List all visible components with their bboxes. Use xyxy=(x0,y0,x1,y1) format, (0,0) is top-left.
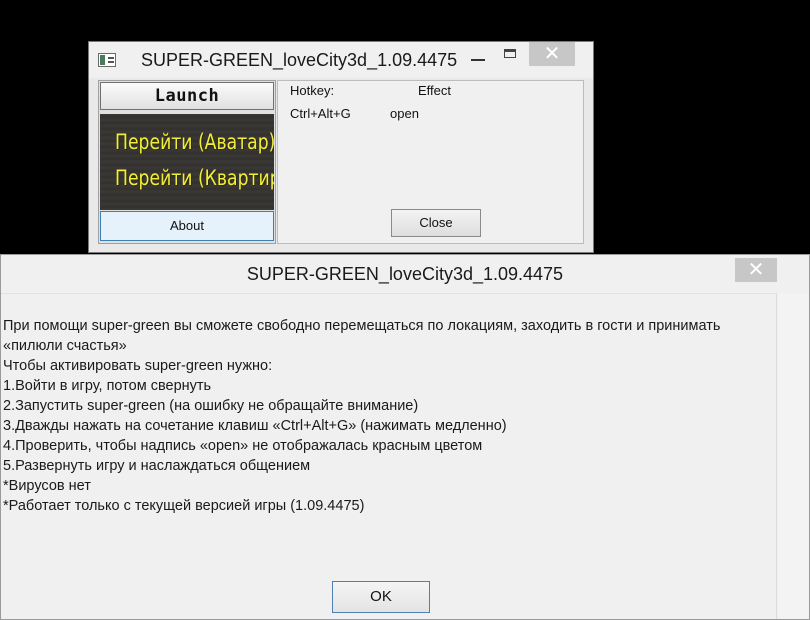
dialog-edge xyxy=(778,293,809,619)
minimize-icon[interactable] xyxy=(465,42,491,66)
close-icon[interactable]: ✕ xyxy=(735,258,777,282)
message-line: Чтобы активировать super-green нужно: xyxy=(3,358,273,374)
app-icon[interactable] xyxy=(98,53,116,67)
launch-button[interactable]: Launch xyxy=(100,82,274,110)
effect-value: open xyxy=(390,106,419,121)
about-button[interactable]: About xyxy=(100,211,274,241)
window-title: SUPER-GREEN_loveCity3d_1.09.4475 xyxy=(141,50,458,70)
message-line: 1.Войти в игру, потом свернуть xyxy=(3,378,212,394)
main-titlebar[interactable]: SUPER-GREEN_loveCity3d_1.09.4475 ✕ xyxy=(89,42,593,78)
dialog-titlebar[interactable]: SUPER-GREEN_loveCity3d_1.09.4475 ✕ xyxy=(1,255,809,293)
effect-header: Effect xyxy=(418,83,452,98)
message-line: 5.Развернуть игру и наслаждаться общение… xyxy=(3,458,311,474)
preview-apartment-text: Перейти (Квартира) xyxy=(115,166,274,190)
close-icon[interactable]: ✕ xyxy=(529,42,575,66)
ok-button[interactable]: OK xyxy=(332,581,430,613)
message-line: *Вирусов нет xyxy=(3,478,91,494)
preview-avatar-text: Перейти (Аватар) xyxy=(115,130,274,154)
hotkey-header: Hotkey: xyxy=(290,83,335,98)
dialog-title: SUPER-GREEN_loveCity3d_1.09.4475 xyxy=(246,264,564,284)
maximize-icon[interactable] xyxy=(497,42,525,66)
dialog-message: При помощи super-green вы сможете свобод… xyxy=(3,316,775,516)
hotkey-value: Ctrl+Alt+G xyxy=(290,106,351,121)
hotkey-panel: Hotkey: Effect Ctrl+Alt+G open Close xyxy=(277,80,584,244)
dialog-body: При помощи super-green вы сможете свобод… xyxy=(1,293,777,619)
left-panel: Launch Перейти (Аватар) Перейти (Квартир… xyxy=(98,80,276,244)
message-line: При помощи super-green вы сможете свобод… xyxy=(3,318,721,334)
message-line: 2.Запустить super-green (на ошибку не об… xyxy=(3,398,419,414)
main-window: SUPER-GREEN_loveCity3d_1.09.4475 ✕ Launc… xyxy=(88,41,594,253)
message-line: *Работает только с текущей версией игры … xyxy=(3,498,365,514)
close-button[interactable]: Close xyxy=(391,209,481,237)
game-preview-image: Перейти (Аватар) Перейти (Квартира) xyxy=(100,114,274,210)
message-line: 3.Дважды нажать на сочетание клавиш «Ctr… xyxy=(3,418,507,434)
message-line: «пилюли счастья» xyxy=(3,338,127,354)
about-dialog: SUPER-GREEN_loveCity3d_1.09.4475 ✕ При п… xyxy=(0,254,810,620)
message-line: 4.Проверить, чтобы надпись «open» не ото… xyxy=(3,438,483,454)
